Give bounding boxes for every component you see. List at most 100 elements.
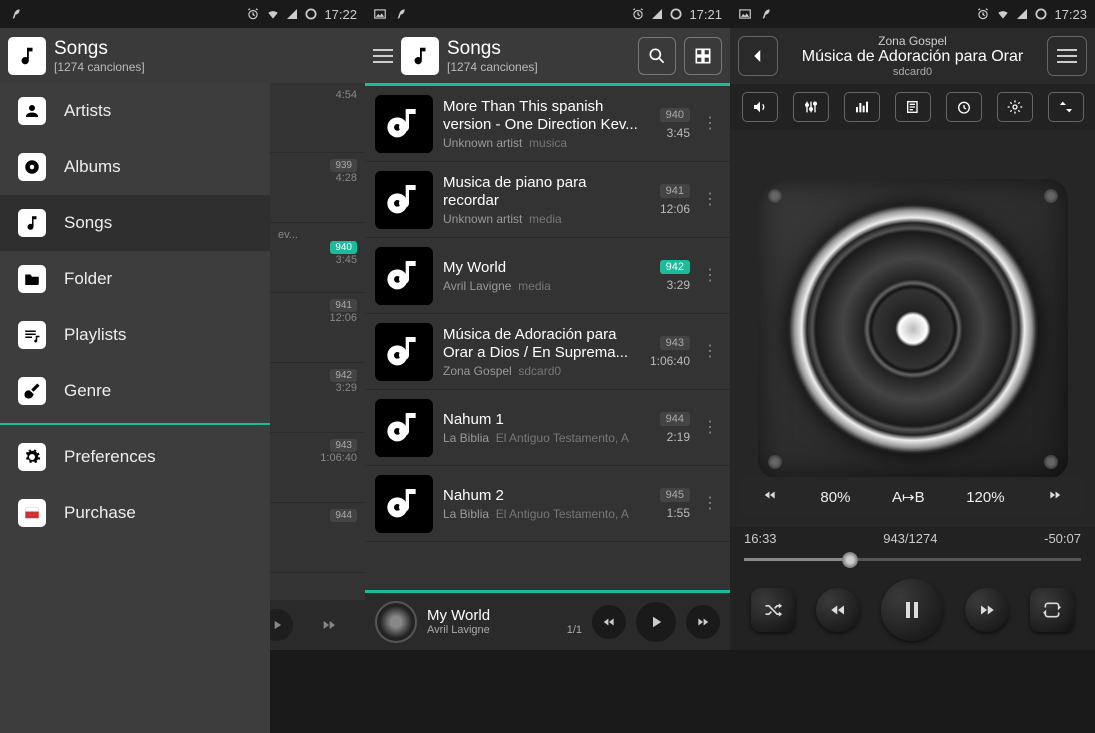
signal-icon <box>651 8 663 20</box>
speaker-graphic <box>788 204 1038 454</box>
drawer-item-label: Genre <box>64 381 111 401</box>
drawer-item-artists[interactable]: Artists <box>0 83 270 139</box>
timer-button[interactable] <box>946 92 982 122</box>
status-bar: 17:21 <box>365 0 730 28</box>
guitar-icon <box>18 377 46 405</box>
search-button[interactable] <box>638 37 676 75</box>
drawer-item-label: Albums <box>64 157 121 177</box>
song-title: Música de Adoración para Orar a Dios / E… <box>443 326 640 362</box>
wifi-icon <box>266 7 280 21</box>
drawer-item-genre[interactable]: Genre <box>0 363 270 419</box>
shuffle-button[interactable] <box>751 588 795 632</box>
equalizer-button[interactable] <box>793 92 829 122</box>
song-duration: 3:29 <box>667 278 690 292</box>
prev-button[interactable] <box>816 588 860 632</box>
song-title: Musica de piano para recordar <box>443 174 640 210</box>
speed-down-label[interactable]: 80% <box>812 485 858 510</box>
time-row: 16:33 943/1274 -50:07 <box>730 527 1095 550</box>
status-bar: 17:23 <box>730 0 1095 28</box>
swap-button[interactable] <box>1048 92 1084 122</box>
song-row[interactable]: My WorldAvril Lavigne media9423:29⋮ <box>365 238 730 314</box>
drawer-item-label: Preferences <box>64 447 156 467</box>
song-subtitle: Zona Gospel sdcard0 <box>443 364 640 378</box>
more-button[interactable]: ⋮ <box>700 116 720 132</box>
volume-button[interactable] <box>742 92 778 122</box>
cart-icon <box>18 499 46 527</box>
drawer-item-preferences[interactable]: Preferences <box>0 429 270 485</box>
drawer-item-label: Folder <box>64 269 112 289</box>
song-list[interactable]: More Than This spanish version - One Dir… <box>365 86 730 590</box>
song-row[interactable]: Música de Adoración para Orar a Dios / E… <box>365 314 730 390</box>
clock: 17:21 <box>689 7 722 22</box>
elapsed-time: 16:33 <box>744 531 777 546</box>
pause-button[interactable] <box>881 579 943 641</box>
lyrics-button[interactable] <box>895 92 931 122</box>
drawer-item-label: Playlists <box>64 325 126 345</box>
drawer-item-albums[interactable]: Albums <box>0 139 270 195</box>
settings-button[interactable] <box>997 92 1033 122</box>
more-button[interactable]: ⋮ <box>700 420 720 436</box>
drawer-item-folder[interactable]: Folder <box>0 251 270 307</box>
next-button[interactable] <box>313 609 345 641</box>
album-art-icon <box>375 247 433 305</box>
remaining-time: -50:07 <box>1044 531 1081 546</box>
song-row[interactable]: Musica de piano para recordarUnknown art… <box>365 162 730 238</box>
speed-up-label[interactable]: 120% <box>958 485 1012 510</box>
player-artist: Zona Gospel <box>788 34 1037 48</box>
tool-row <box>730 84 1095 130</box>
next-button[interactable] <box>686 605 720 639</box>
feather-icon <box>393 7 407 21</box>
gear-icon <box>18 443 46 471</box>
repeat-button[interactable] <box>1030 588 1074 632</box>
drawer-item-purchase[interactable]: Purchase <box>0 485 270 541</box>
header-subtitle: [1274 canciones] <box>54 60 357 74</box>
song-row[interactable]: More Than This spanish version - One Dir… <box>365 86 730 162</box>
playlist-icon <box>18 321 46 349</box>
drawer-item-songs[interactable]: Songs <box>0 195 270 251</box>
play-button[interactable] <box>636 602 676 642</box>
seek-bar[interactable] <box>730 550 1095 570</box>
more-button[interactable]: ⋮ <box>700 496 720 512</box>
header-title: Songs <box>447 38 630 60</box>
more-button[interactable]: ⋮ <box>700 192 720 208</box>
drawer-item-playlists[interactable]: Playlists <box>0 307 270 363</box>
back-button[interactable] <box>738 36 778 76</box>
song-row[interactable]: Nahum 2La Biblia El Antiguo Testamento, … <box>365 466 730 542</box>
circle-icon <box>1034 7 1048 21</box>
app-header: Songs [1274 canciones] <box>0 28 365 83</box>
view-toggle-button[interactable] <box>684 37 722 75</box>
menu-button[interactable] <box>373 49 393 63</box>
person-icon <box>18 97 46 125</box>
music-note-icon <box>18 209 46 237</box>
song-title: My World <box>443 259 640 277</box>
track-number-badge: 943 <box>660 336 690 350</box>
more-button[interactable]: ⋮ <box>700 344 720 360</box>
now-playing-bar[interactable]: My World Avril Lavigne1/1 <box>365 590 730 650</box>
menu-button[interactable] <box>1047 36 1087 76</box>
list-item-peek: ev...9403:45 <box>270 223 365 293</box>
song-duration: 2:19 <box>667 430 690 444</box>
rewind-seek-button[interactable] <box>753 484 787 510</box>
song-subtitle: Avril Lavigne media <box>443 279 640 293</box>
more-button[interactable]: ⋮ <box>700 268 720 284</box>
signal-icon <box>1016 8 1028 20</box>
prev-button[interactable] <box>592 605 626 639</box>
album-art-area[interactable]: 80% A↦B 120% <box>730 130 1095 527</box>
visualizer-button[interactable] <box>844 92 880 122</box>
now-playing-art <box>375 601 417 643</box>
feather-icon <box>8 7 22 21</box>
list-item-peek: 9431:06:40 <box>270 433 365 503</box>
image-icon <box>373 7 387 21</box>
song-row[interactable]: Nahum 1La Biblia El Antiguo Testamento, … <box>365 390 730 466</box>
screen-player: 17:23 Zona Gospel Música de Adoración pa… <box>730 0 1095 650</box>
next-button[interactable] <box>965 588 1009 632</box>
drawer-item-label: Purchase <box>64 503 136 523</box>
album-art-icon <box>375 475 433 533</box>
clock: 17:23 <box>1054 7 1087 22</box>
forward-seek-button[interactable] <box>1038 484 1072 510</box>
player-title: Música de Adoración para Orar <box>788 48 1037 66</box>
now-playing-title: My World <box>427 607 582 624</box>
ab-repeat-label[interactable]: A↦B <box>884 484 933 510</box>
seek-thumb[interactable] <box>842 552 858 568</box>
alarm-icon <box>631 7 645 21</box>
